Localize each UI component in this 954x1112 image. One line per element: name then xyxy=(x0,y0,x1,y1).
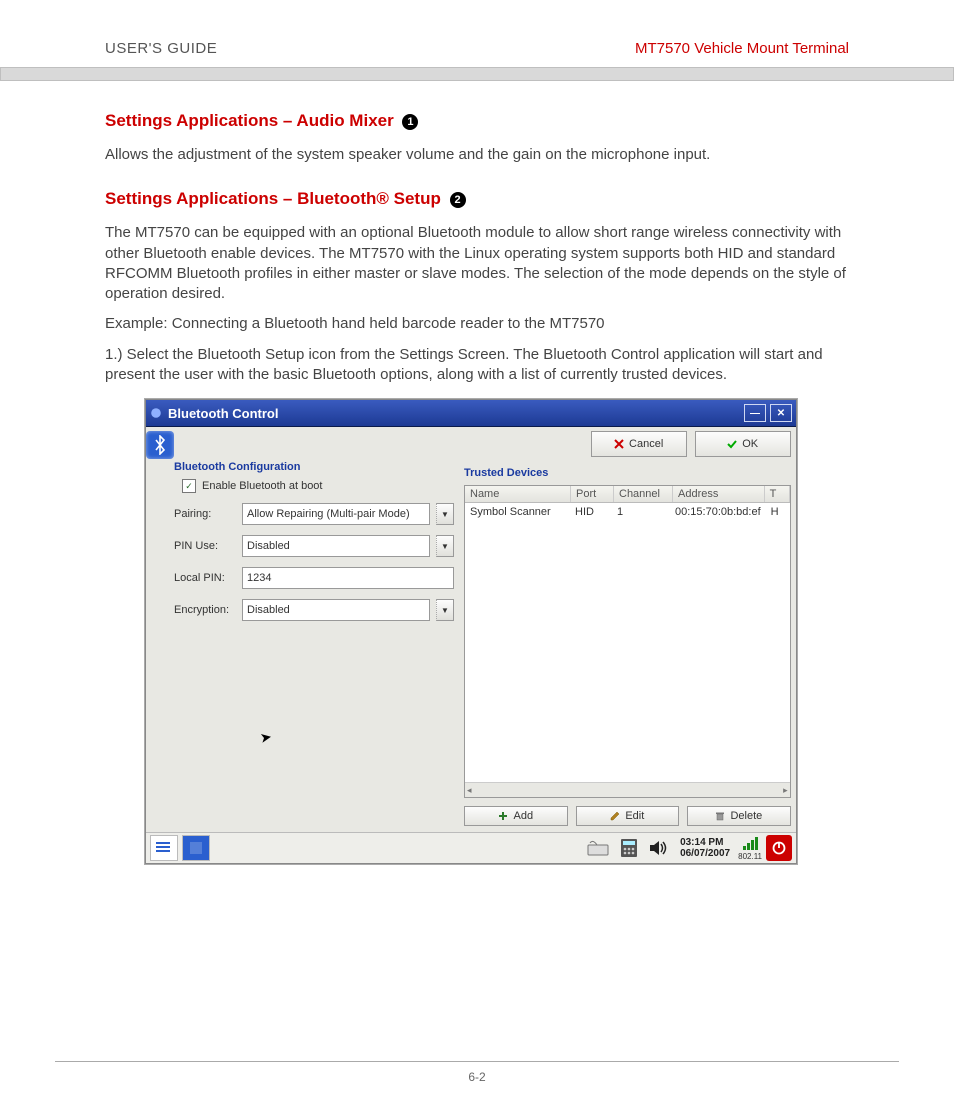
keyboard-icon[interactable] xyxy=(586,836,612,860)
add-button-label: Add xyxy=(513,810,533,822)
pinuse-label: PIN Use: xyxy=(174,540,236,552)
add-icon xyxy=(498,811,508,821)
wifi-label: 802.11 xyxy=(738,852,762,861)
power-icon xyxy=(771,840,787,856)
section-bluetooth-body2: Example: Connecting a Bluetooth hand hel… xyxy=(105,314,849,334)
wifi-indicator[interactable]: 802.11 xyxy=(738,835,762,861)
header-bar xyxy=(0,67,954,81)
cell-t: H xyxy=(766,505,790,519)
config-group-label: Bluetooth Configuration xyxy=(174,461,454,473)
cancel-icon xyxy=(614,439,624,449)
clock-time: 03:14 PM xyxy=(680,837,730,848)
clock-date: 06/07/2007 xyxy=(680,848,730,859)
encryption-dropdown-arrow-icon[interactable]: ▼ xyxy=(436,599,454,621)
edit-button-label: Edit xyxy=(625,810,644,822)
col-name[interactable]: Name xyxy=(465,486,571,502)
scroll-right-icon[interactable]: ▸ xyxy=(783,785,788,796)
titlebar: Bluetooth Control — ✕ xyxy=(146,400,796,427)
col-port[interactable]: Port xyxy=(571,486,614,502)
section-bluetooth-title-text: Settings Applications – Bluetooth® Setup xyxy=(105,189,441,208)
header-right: MT7570 Vehicle Mount Terminal xyxy=(635,40,849,57)
app-icon xyxy=(150,407,162,419)
minimize-button[interactable]: — xyxy=(744,404,766,422)
col-channel[interactable]: Channel xyxy=(614,486,673,502)
enable-bluetooth-label: Enable Bluetooth at boot xyxy=(202,480,322,492)
callout-2-icon: 2 xyxy=(450,192,466,208)
encryption-label: Encryption: xyxy=(174,604,236,616)
delete-button-label: Delete xyxy=(730,810,762,822)
cancel-button[interactable]: Cancel xyxy=(591,431,687,457)
window-title: Bluetooth Control xyxy=(168,406,278,421)
page-number: 6-2 xyxy=(0,1070,954,1084)
bluetooth-control-window: Bluetooth Control — ✕ Bluetooth Configur… xyxy=(145,399,797,864)
pinuse-dropdown[interactable]: Disabled xyxy=(242,535,430,557)
delete-button[interactable]: Delete xyxy=(687,806,791,826)
section-bluetooth-body1: The MT7570 can be equipped with an optio… xyxy=(105,223,849,304)
list-header: Name Port Channel Address T xyxy=(465,486,790,503)
footer-rule xyxy=(55,1061,899,1062)
cell-channel: 1 xyxy=(612,505,670,519)
horizontal-scrollbar[interactable]: ◂ ▸ xyxy=(465,782,790,797)
pairing-label: Pairing: xyxy=(174,508,236,520)
edit-button[interactable]: Edit xyxy=(576,806,680,826)
list-row[interactable]: Symbol Scanner HID 1 00:15:70:0b:bd:ef H xyxy=(465,503,790,521)
edit-icon xyxy=(610,811,620,821)
cell-port: HID xyxy=(570,505,612,519)
delete-icon xyxy=(715,811,725,821)
cancel-button-label: Cancel xyxy=(629,438,663,450)
ok-button-label: OK xyxy=(742,438,758,450)
pairing-dropdown-arrow-icon[interactable]: ▼ xyxy=(436,503,454,525)
col-address[interactable]: Address xyxy=(673,486,765,502)
cursor-icon: ➤ xyxy=(259,728,274,747)
taskbar-clock: 03:14 PM 06/07/2007 xyxy=(676,837,734,859)
section-bluetooth-title: Settings Applications – Bluetooth® Setup… xyxy=(105,189,849,209)
trusted-devices-list[interactable]: Name Port Channel Address T Symbol Scann… xyxy=(464,485,791,798)
calculator-icon[interactable] xyxy=(616,836,642,860)
trusted-group-label: Trusted Devices xyxy=(464,467,791,479)
localpin-label: Local PIN: xyxy=(174,572,236,584)
encryption-dropdown[interactable]: Disabled xyxy=(242,599,430,621)
header-left: USER'S GUIDE xyxy=(105,40,217,57)
callout-1-icon: 1 xyxy=(402,114,418,130)
section-audio-title: Settings Applications – Audio Mixer 1 xyxy=(105,111,849,131)
wifi-bars-icon xyxy=(741,835,760,852)
volume-icon[interactable] xyxy=(646,836,672,860)
power-button[interactable] xyxy=(766,835,792,861)
taskbar-menu-icon[interactable] xyxy=(150,835,178,861)
pairing-dropdown[interactable]: Allow Repairing (Multi-pair Mode) xyxy=(242,503,430,525)
scroll-left-icon[interactable]: ◂ xyxy=(467,785,472,796)
add-button[interactable]: Add xyxy=(464,806,568,826)
ok-button[interactable]: OK xyxy=(695,431,791,457)
section-audio-body: Allows the adjustment of the system spea… xyxy=(105,145,849,165)
taskbar-app-icon[interactable] xyxy=(182,835,210,861)
pinuse-dropdown-arrow-icon[interactable]: ▼ xyxy=(436,535,454,557)
col-t[interactable]: T xyxy=(765,486,790,502)
enable-bluetooth-checkbox[interactable]: ✓ xyxy=(182,479,196,493)
taskbar: 03:14 PM 06/07/2007 802.11 xyxy=(146,832,796,863)
ok-icon xyxy=(727,439,737,449)
close-button[interactable]: ✕ xyxy=(770,404,792,422)
section-audio-title-text: Settings Applications – Audio Mixer xyxy=(105,111,394,130)
bluetooth-icon xyxy=(146,431,174,459)
cell-name: Symbol Scanner xyxy=(465,505,570,519)
section-bluetooth-body3: 1.) Select the Bluetooth Setup icon from… xyxy=(105,345,849,386)
cell-address: 00:15:70:0b:bd:ef xyxy=(670,505,766,519)
localpin-input[interactable]: 1234 xyxy=(242,567,454,589)
